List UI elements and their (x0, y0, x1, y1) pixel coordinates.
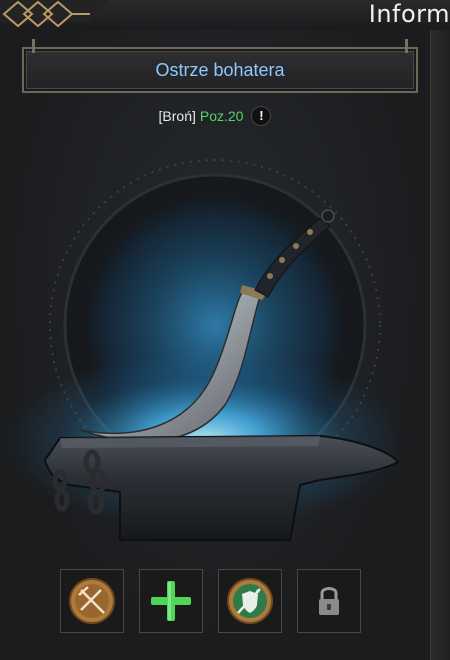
item-type-label: [Broń] (158, 108, 196, 124)
top-bar: Inform (0, 0, 450, 31)
side-panel-edge (430, 30, 450, 660)
padlock-icon (319, 587, 339, 615)
item-level-label: Poz.20 (199, 108, 244, 124)
item-name: Ostrze bohatera (155, 59, 285, 80)
diamond-knot-ornament-icon (0, 0, 110, 28)
plus-icon (151, 581, 191, 621)
slot-crossed-weapons[interactable] (60, 569, 124, 633)
item-artwork (5, 159, 405, 541)
spear-shield-icon (227, 578, 273, 624)
info-icon[interactable]: ! (251, 106, 272, 126)
slot-add[interactable] (139, 569, 203, 633)
slot-locked[interactable] (297, 569, 361, 633)
item-type-row: [Broń] Poz.20 ! (0, 106, 430, 126)
crossed-weapons-icon (69, 578, 115, 624)
slot-spear-shield[interactable] (218, 569, 282, 633)
item-name-banner: Ostrze bohatera (22, 39, 418, 93)
action-slots (60, 569, 361, 635)
information-title: Inform (368, 0, 450, 28)
